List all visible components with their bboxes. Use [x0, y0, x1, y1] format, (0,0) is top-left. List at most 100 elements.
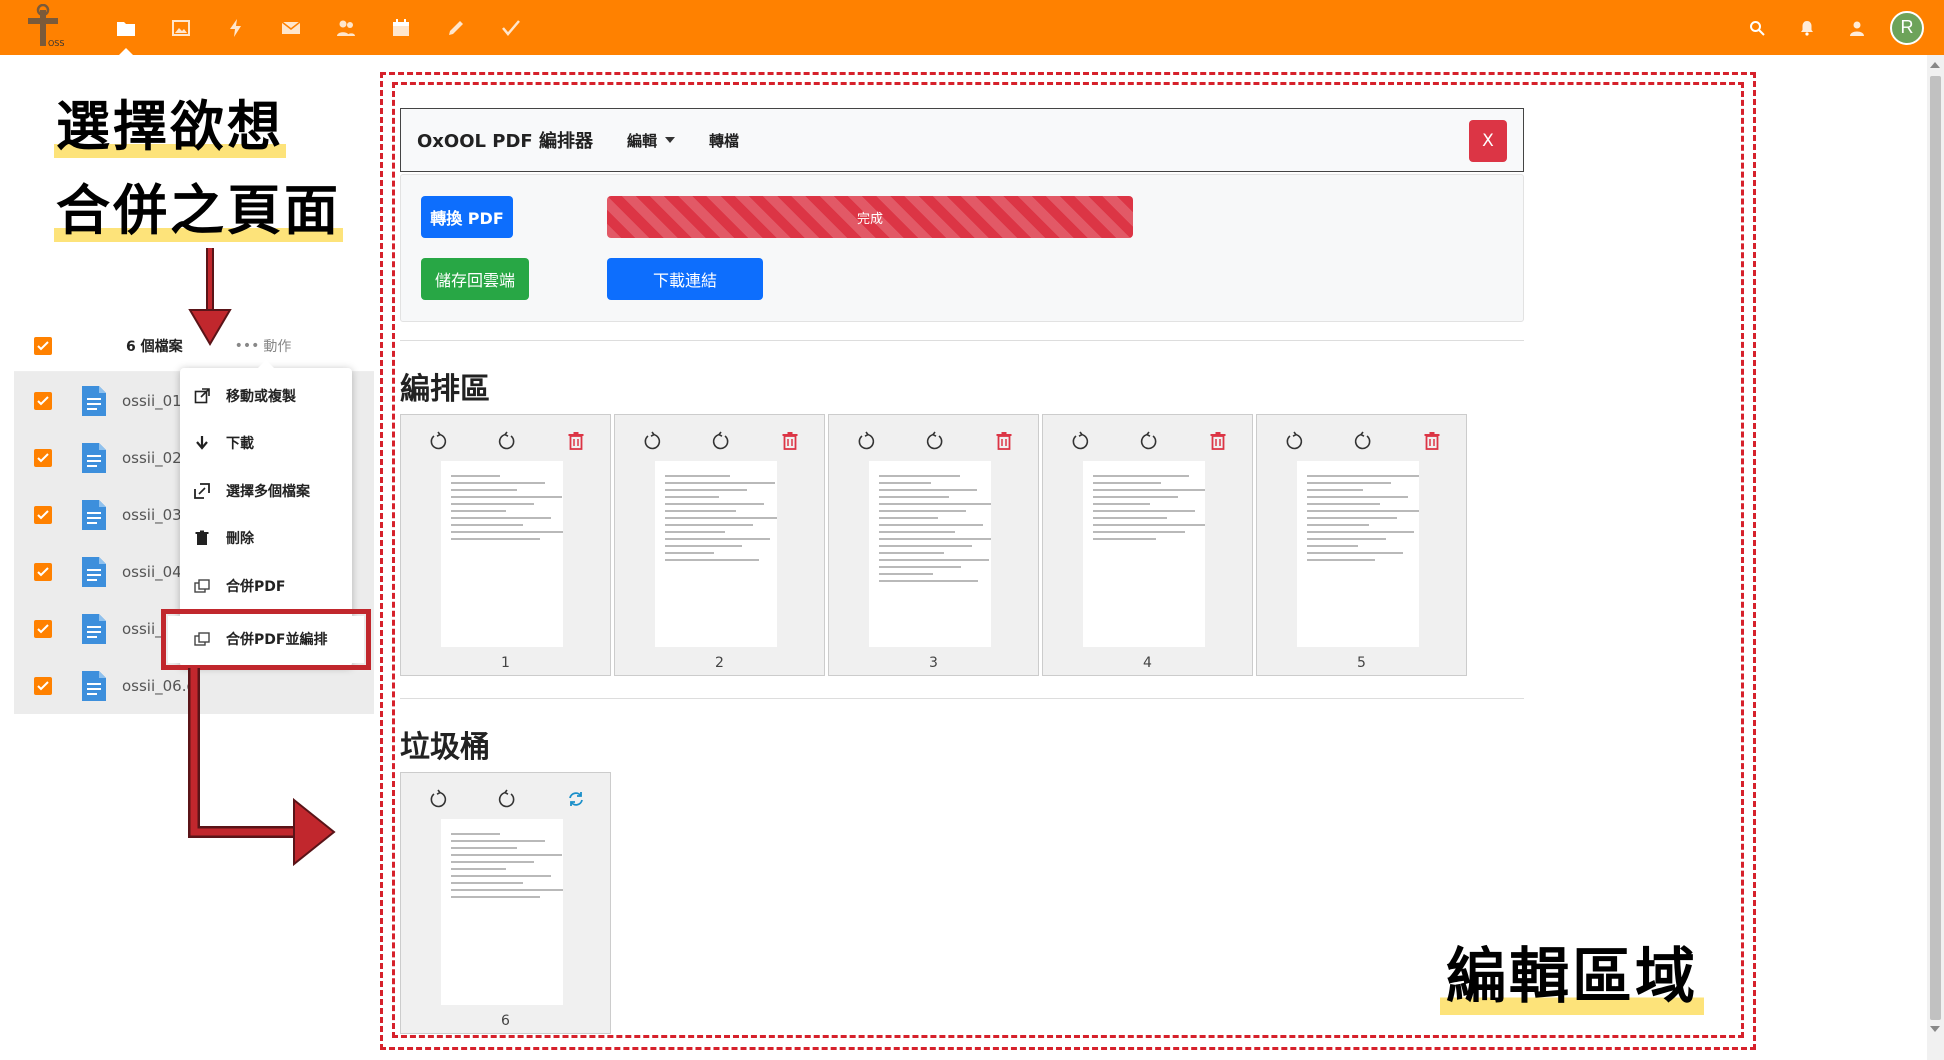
rotate-right-icon[interactable] [1351, 429, 1375, 453]
rotate-right-icon[interactable] [495, 787, 519, 811]
action-panel: 轉換 PDF 完成 儲存回雲端 下載連結 [400, 174, 1524, 322]
menu-merge-pdf-arrange[interactable]: 合併PDF並編排 [161, 608, 371, 670]
menu-download[interactable]: 下載 [180, 420, 352, 468]
download-link-button[interactable]: 下載連結 [607, 258, 763, 300]
arrange-pages: 1 2 3 4 5 [400, 414, 1467, 676]
page-card[interactable]: 5 [1256, 414, 1467, 676]
page-number: 3 [929, 655, 938, 671]
page-tools [401, 429, 610, 453]
rotate-left-icon[interactable] [640, 429, 664, 453]
actions-menu-toggle[interactable]: ••• 動作 [235, 336, 292, 356]
trash-icon[interactable] [992, 429, 1016, 453]
select-multiple-icon [194, 482, 210, 499]
page-tools [1257, 429, 1466, 453]
rotate-right-icon[interactable] [1137, 429, 1161, 453]
notifications-icon[interactable] [1782, 0, 1832, 55]
close-editor-button[interactable]: X [1469, 120, 1507, 162]
document-icon [82, 442, 106, 473]
scroll-up-icon[interactable] [1930, 62, 1940, 68]
document-icon [82, 499, 106, 530]
caret-down-icon [664, 137, 675, 143]
more-icon: ••• [234, 337, 260, 354]
rotate-right-icon[interactable] [495, 429, 519, 453]
page-number: 1 [501, 655, 510, 671]
rotate-left-icon[interactable] [426, 787, 450, 811]
file-checkbox[interactable] [34, 676, 52, 695]
menu-delete[interactable]: 刪除 [180, 515, 352, 563]
oss-logo[interactable]: OSS [20, 4, 68, 52]
merge-arrange-icon [194, 632, 210, 646]
page-thumbnail[interactable] [1297, 461, 1419, 647]
restore-icon[interactable] [564, 787, 588, 811]
trash-icon [195, 530, 209, 546]
pdf-editor-navbar: OxOOL PDF 編排器 編輯 轉檔 X [400, 108, 1524, 172]
page-card[interactable]: 3 [828, 414, 1039, 676]
top-bar: OSS R [0, 0, 1944, 55]
save-to-cloud-button[interactable]: 儲存回雲端 [421, 258, 529, 300]
page-thumbnail[interactable] [441, 819, 563, 1005]
rotate-left-icon[interactable] [426, 429, 450, 453]
annotation-line-2: 合併之頁面 [54, 179, 343, 242]
file-name[interactable]: ossii_06.oc [122, 677, 192, 695]
rotate-left-icon[interactable] [854, 429, 878, 453]
file-checkbox[interactable] [34, 562, 52, 581]
page-tools [615, 429, 824, 453]
divider [400, 698, 1524, 699]
document-icon [82, 613, 106, 644]
trash-icon[interactable] [1420, 429, 1444, 453]
arrange-section-title: 編排區 [400, 372, 490, 407]
annotation-edit-area: 編輯區域 [1440, 928, 1704, 1015]
file-checkbox[interactable] [34, 619, 52, 638]
scrollbar-thumb[interactable] [1930, 76, 1941, 1020]
contacts-menu-icon[interactable] [1832, 0, 1882, 55]
file-checkbox[interactable] [34, 448, 52, 467]
files-icon[interactable] [98, 0, 153, 55]
rotate-left-icon[interactable] [1282, 429, 1306, 453]
trash-icon[interactable] [564, 429, 588, 453]
page-thumbnail[interactable] [655, 461, 777, 647]
avatar[interactable]: R [1890, 10, 1924, 45]
menu-move-copy[interactable]: 移動或複製 [180, 372, 352, 420]
calendar-icon[interactable] [373, 0, 428, 55]
notes-icon[interactable] [428, 0, 483, 55]
nav-edit-dropdown[interactable]: 編輯 [627, 130, 675, 151]
rotate-right-icon[interactable] [709, 429, 733, 453]
file-checkbox[interactable] [34, 505, 52, 524]
editor-brand: OxOOL PDF 編排器 [417, 131, 593, 152]
photos-icon[interactable] [153, 0, 208, 55]
page-card[interactable]: 4 [1042, 414, 1253, 676]
trash-icon[interactable] [1206, 429, 1230, 453]
nav-convert[interactable]: 轉檔 [709, 130, 739, 151]
mail-icon[interactable] [263, 0, 318, 55]
merge-icon [194, 579, 210, 593]
conversion-progress: 完成 [607, 196, 1133, 238]
select-all-checkbox[interactable] [34, 336, 52, 355]
menu-select-multiple[interactable]: 選擇多個檔案 [180, 467, 352, 515]
file-checkbox[interactable] [34, 391, 52, 410]
page-tools [401, 787, 610, 811]
page-thumbnail[interactable] [869, 461, 991, 647]
page-number: 4 [1143, 655, 1152, 671]
trash-pages: 6 [400, 772, 611, 1034]
convert-pdf-button[interactable]: 轉換 PDF [421, 196, 513, 238]
rotate-left-icon[interactable] [1068, 429, 1092, 453]
page-thumbnail[interactable] [441, 461, 563, 647]
page-card[interactable]: 2 [614, 414, 825, 676]
scroll-down-icon[interactable] [1930, 1026, 1940, 1032]
contacts-icon[interactable] [318, 0, 373, 55]
page-card[interactable]: 6 [400, 772, 611, 1034]
tasks-icon[interactable] [483, 0, 538, 55]
page-thumbnail[interactable] [1083, 461, 1205, 647]
page-card[interactable]: 1 [400, 414, 611, 676]
annotation-line-1: 選擇欲想 [54, 95, 286, 158]
file-actions-menu: 移動或複製 下載 選擇多個檔案 刪除 合併PDF 合併PDF並編排 [161, 360, 371, 670]
divider [400, 340, 1524, 341]
trash-icon[interactable] [778, 429, 802, 453]
page-tools [1043, 429, 1252, 453]
rotate-right-icon[interactable] [923, 429, 947, 453]
menu-merge-pdf[interactable]: 合併PDF [180, 562, 352, 610]
page-tools [829, 429, 1038, 453]
svg-text:OSS: OSS [48, 39, 64, 48]
activity-icon[interactable] [208, 0, 263, 55]
search-icon[interactable] [1732, 0, 1782, 55]
